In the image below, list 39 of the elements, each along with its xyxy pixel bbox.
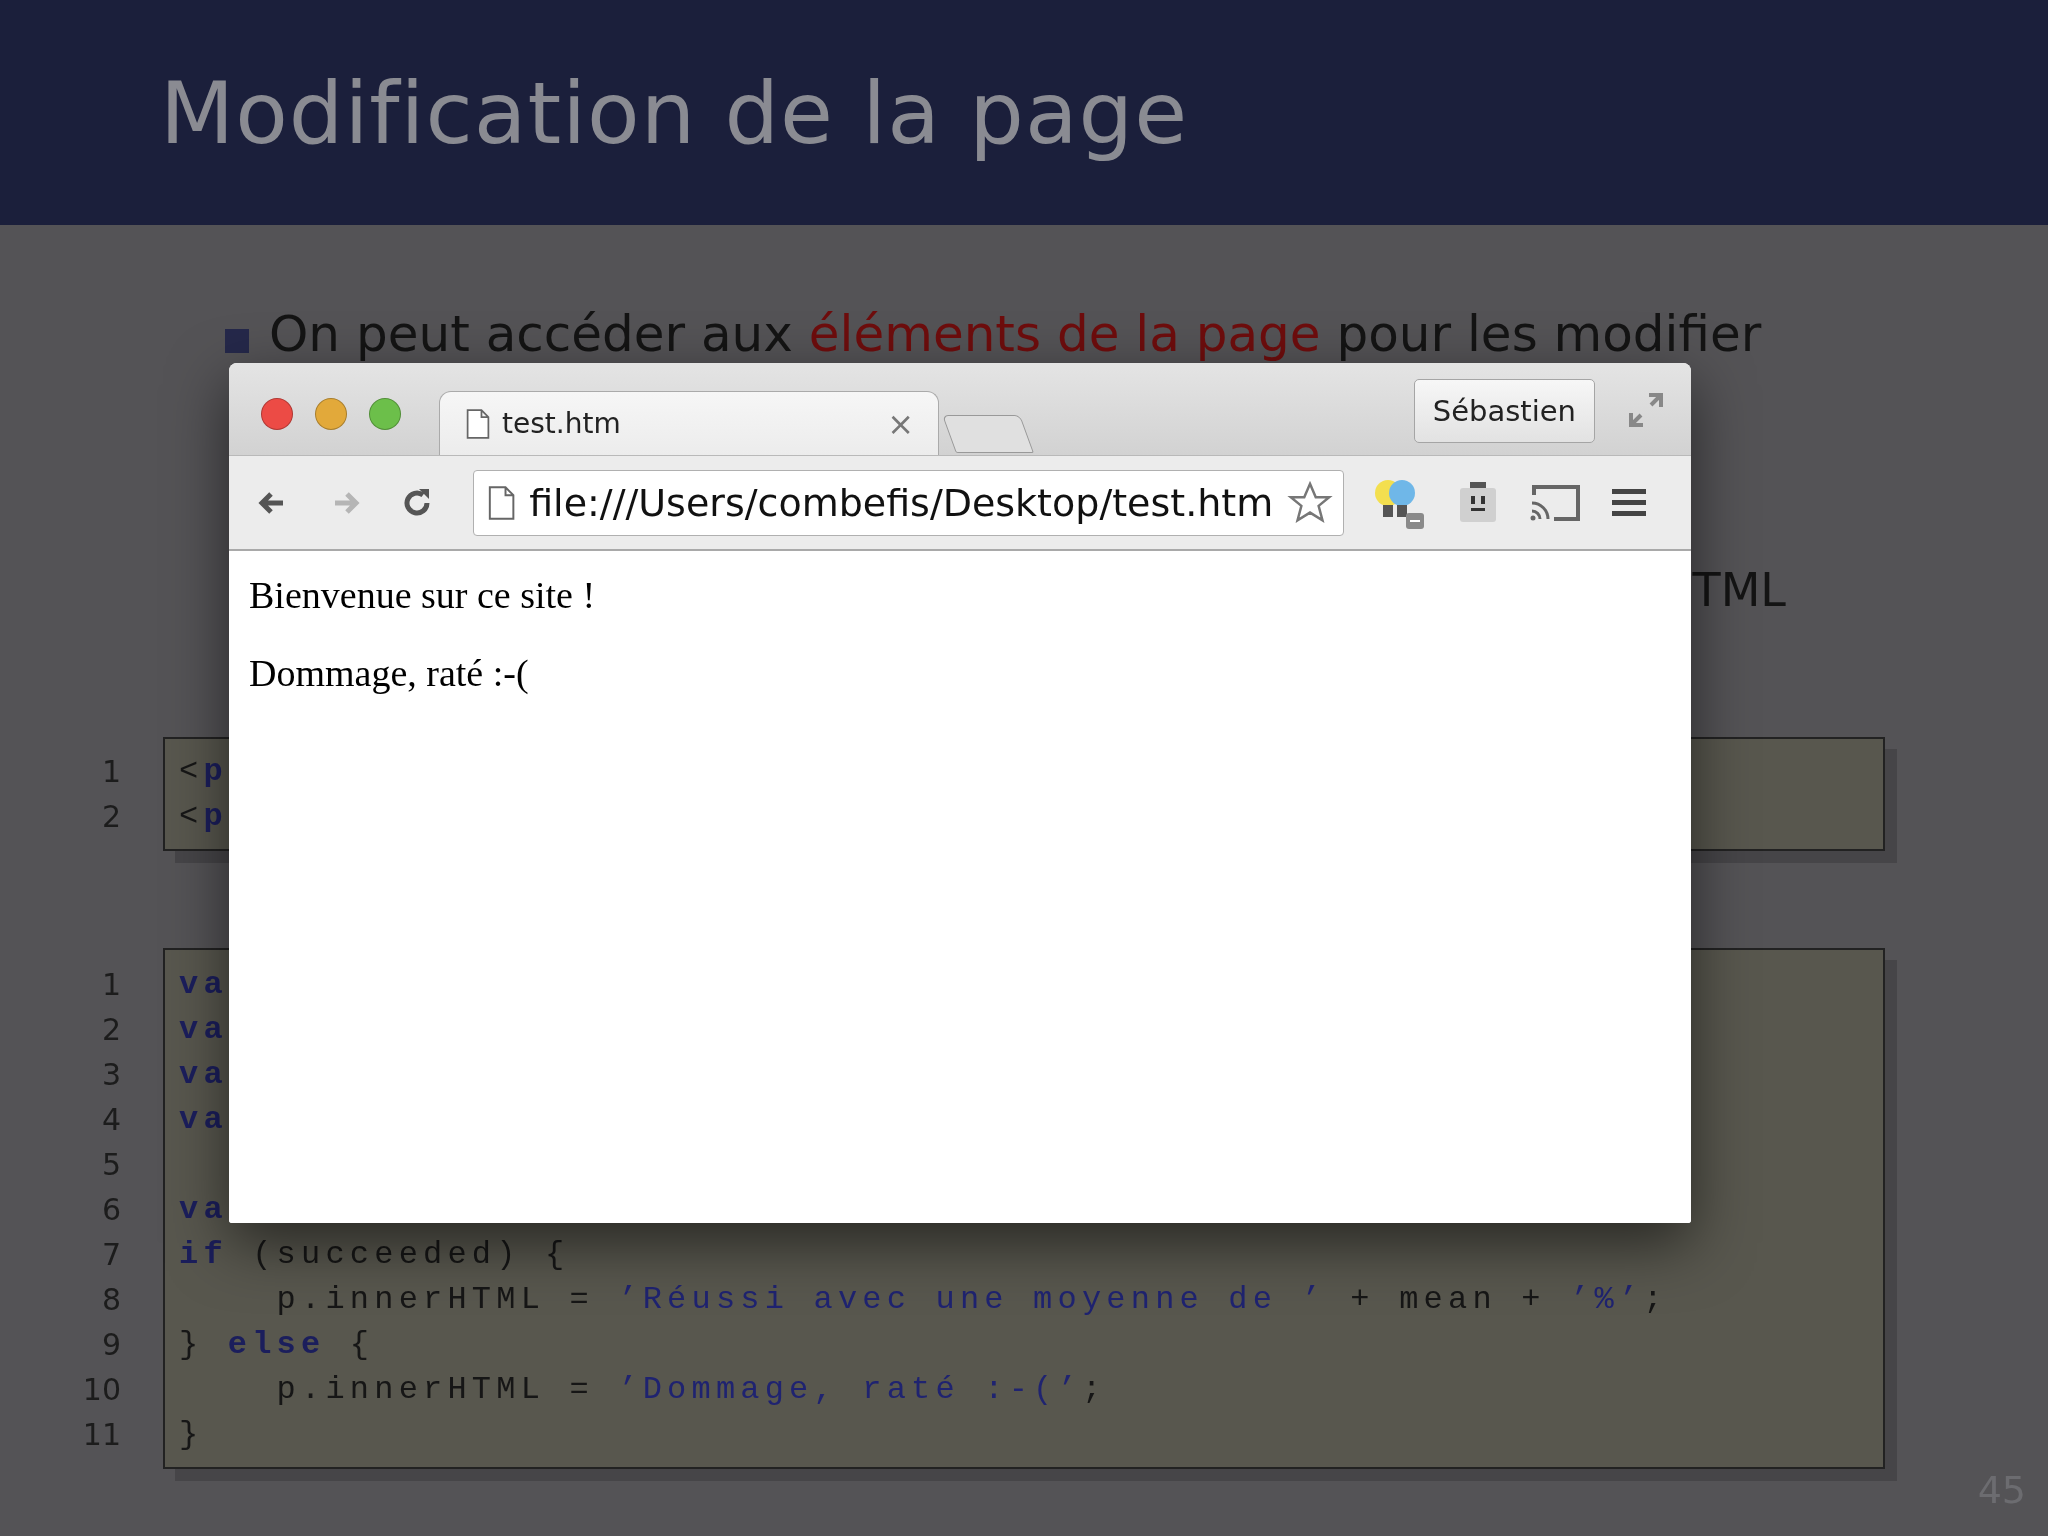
code-line: va	[179, 1100, 228, 1140]
page-icon	[466, 408, 490, 439]
code-line: p.innerHTML = ’Dommage, raté :-(’;	[275, 1370, 1107, 1410]
bullet-icon	[225, 329, 249, 353]
fullscreen-icon[interactable]	[1627, 391, 1665, 429]
zoom-button[interactable]	[369, 398, 401, 430]
code-line: }	[179, 1415, 204, 1455]
code-line: va	[179, 1190, 228, 1230]
line-number: 6	[101, 1191, 121, 1229]
paragraph: Dommage, raté :-(	[249, 651, 530, 695]
page-icon	[488, 485, 516, 520]
slide-title: Modification de la page	[160, 62, 1189, 163]
close-button[interactable]	[261, 398, 293, 430]
line-number: 2	[101, 798, 121, 836]
bullet-text: On peut accéder aux éléments de la page pour les modifier	[269, 305, 1762, 363]
tab-close-button[interactable]: ×	[887, 404, 914, 443]
line-number: 11	[82, 1416, 121, 1454]
line-number: 9	[101, 1326, 121, 1364]
line-number: 8	[101, 1281, 121, 1319]
line-number: 10	[82, 1371, 121, 1409]
line-number: 7	[101, 1236, 121, 1274]
line-number: 4	[101, 1101, 121, 1139]
bullet-text: TML	[1692, 563, 1786, 617]
code-line: if (succeeded) {	[179, 1235, 570, 1275]
profile-button[interactable]: Sébastien	[1413, 379, 1595, 443]
code-line: } else {	[179, 1325, 375, 1365]
code-line: va	[179, 1055, 228, 1095]
line-number: 5	[101, 1146, 121, 1184]
address-field[interactable]: file:///Users/combefis/Desktop/test.htm	[473, 469, 1345, 536]
code-line: p.innerHTML = ’Réussi avec une moyenne de ’ + mean + ’%’;	[275, 1280, 1668, 1320]
paragraph: Bienvenue sur ce site !	[249, 573, 597, 617]
line-number: 3	[101, 1056, 121, 1094]
minimize-button[interactable]	[315, 398, 347, 430]
line-number: 1	[101, 966, 121, 1004]
line-number: 1	[101, 753, 121, 791]
browser-tab[interactable]: test.htm ×	[439, 391, 939, 455]
code-line: va	[179, 965, 228, 1005]
line-number: 2	[101, 1011, 121, 1049]
code-line: va	[179, 1010, 228, 1050]
